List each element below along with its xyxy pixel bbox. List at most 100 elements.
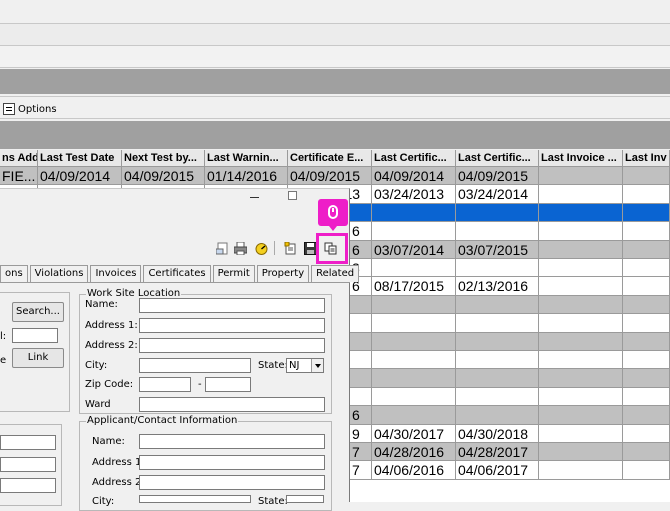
maximize-icon[interactable] bbox=[288, 191, 297, 200]
grid-cell[interactable] bbox=[623, 424, 670, 443]
column-header[interactable]: ns Add... bbox=[0, 150, 38, 167]
ap-address2-input[interactable] bbox=[139, 475, 325, 490]
grid-cell[interactable]: 04/09/2014 bbox=[372, 167, 456, 186]
grid-cell[interactable] bbox=[623, 259, 670, 278]
grid-cell[interactable]: 04/09/2015 bbox=[122, 167, 205, 186]
ws-zip-input[interactable] bbox=[139, 377, 191, 392]
column-header[interactable]: Certificate E... bbox=[288, 150, 372, 167]
grid-cell[interactable] bbox=[539, 443, 623, 462]
grid-cell[interactable] bbox=[539, 167, 623, 186]
tab-violations[interactable]: Violations bbox=[29, 265, 89, 282]
column-header[interactable]: Next Test by... bbox=[122, 150, 205, 167]
ws-state-select[interactable]: NJ bbox=[286, 358, 324, 373]
grid-cell[interactable] bbox=[350, 203, 372, 223]
ws-address1-input[interactable] bbox=[139, 318, 325, 333]
ws-address2-input[interactable] bbox=[139, 338, 325, 353]
grid-cell[interactable]: 04/28/2016 bbox=[372, 443, 456, 462]
grid-cell[interactable] bbox=[623, 461, 670, 480]
grid-cell[interactable] bbox=[623, 351, 670, 370]
grid-cell[interactable] bbox=[539, 222, 623, 241]
grid-cell[interactable] bbox=[372, 203, 456, 223]
ws-city-input[interactable] bbox=[139, 358, 251, 373]
gauge-icon[interactable] bbox=[255, 242, 268, 255]
grid-cell[interactable] bbox=[350, 295, 372, 315]
print-icon[interactable] bbox=[234, 242, 247, 255]
grid-cell[interactable] bbox=[539, 406, 623, 425]
lookup-input[interactable] bbox=[12, 328, 58, 343]
grid-cell[interactable] bbox=[623, 185, 670, 204]
grid-cell[interactable]: 04/09/2015 bbox=[456, 167, 539, 186]
grid-cell[interactable]: 6 bbox=[350, 222, 372, 241]
grid-cell[interactable] bbox=[350, 332, 372, 351]
ws-ward-input[interactable] bbox=[139, 397, 325, 412]
grid-cell[interactable]: 04/09/2015 bbox=[288, 167, 372, 186]
grid-cell[interactable] bbox=[539, 314, 623, 333]
grid-cell[interactable]: FIE... bbox=[0, 167, 38, 186]
grid-cell[interactable] bbox=[539, 387, 623, 407]
column-header[interactable]: Last Inv bbox=[623, 150, 670, 167]
grid-cell[interactable] bbox=[456, 369, 539, 388]
grid-cell[interactable] bbox=[623, 203, 670, 223]
column-header[interactable]: Last Invoice ... bbox=[539, 150, 623, 167]
chevron-down-icon[interactable] bbox=[311, 359, 323, 372]
grid-cell[interactable]: 04/28/2017 bbox=[456, 443, 539, 462]
ap-name-input[interactable] bbox=[139, 434, 325, 449]
grid-cell[interactable]: 03/24/2014 bbox=[456, 185, 539, 204]
grid-cell[interactable] bbox=[539, 185, 623, 204]
left-lower-input-2[interactable] bbox=[0, 457, 56, 472]
grid-cell[interactable] bbox=[456, 314, 539, 333]
grid-cell[interactable]: 03/07/2015 bbox=[456, 240, 539, 259]
grid-cell[interactable]: 08/17/2015 bbox=[372, 277, 456, 296]
grid-cell[interactable] bbox=[539, 277, 623, 296]
grid-cell[interactable] bbox=[456, 203, 539, 223]
grid-cell[interactable] bbox=[623, 314, 670, 333]
grid-cell[interactable]: 04/30/2017 bbox=[372, 424, 456, 443]
grid-cell[interactable] bbox=[372, 406, 456, 425]
grid-cell[interactable] bbox=[623, 222, 670, 241]
grid-cell[interactable]: 01/14/2016 bbox=[205, 167, 288, 186]
grid-cell[interactable] bbox=[539, 240, 623, 259]
column-header[interactable]: Last Certific... bbox=[456, 150, 539, 167]
grid-cell[interactable] bbox=[623, 167, 670, 186]
grid-cell[interactable] bbox=[623, 295, 670, 315]
grid-cell[interactable] bbox=[623, 332, 670, 351]
grid-cell[interactable]: 04/30/2018 bbox=[456, 424, 539, 443]
grid-cell[interactable]: 04/06/2017 bbox=[456, 461, 539, 480]
tab-related[interactable]: Related bbox=[311, 265, 360, 282]
grid-cell[interactable]: 03/24/2013 bbox=[372, 185, 456, 204]
grid-cell[interactable]: 02/13/2016 bbox=[456, 277, 539, 296]
grid-cell[interactable] bbox=[623, 406, 670, 425]
grid-cell[interactable] bbox=[372, 369, 456, 388]
column-header[interactable]: Last Test Date bbox=[38, 150, 122, 167]
grid-cell[interactable] bbox=[372, 314, 456, 333]
grid-cell[interactable] bbox=[456, 406, 539, 425]
grid-cell[interactable]: 6 bbox=[350, 406, 372, 425]
grid-cell[interactable]: 7 bbox=[350, 443, 372, 462]
grid-cell[interactable] bbox=[456, 295, 539, 315]
grid-cell[interactable] bbox=[372, 295, 456, 315]
grid-cell[interactable] bbox=[623, 369, 670, 388]
grid-cell[interactable] bbox=[350, 314, 372, 333]
grid-cell[interactable] bbox=[623, 240, 670, 259]
grid-cell[interactable] bbox=[372, 259, 456, 278]
tab-property[interactable]: Property bbox=[256, 265, 310, 282]
grid-cell[interactable] bbox=[456, 259, 539, 278]
tab-certificates[interactable]: Certificates bbox=[143, 265, 211, 282]
grid-cell[interactable] bbox=[456, 387, 539, 407]
grid-cell[interactable] bbox=[539, 424, 623, 443]
grid-cell[interactable] bbox=[350, 351, 372, 370]
grid-cell[interactable] bbox=[350, 369, 372, 388]
grid-cell[interactable] bbox=[539, 332, 623, 351]
grid-cell[interactable] bbox=[456, 222, 539, 241]
grid-cell[interactable]: 9 bbox=[350, 424, 372, 443]
link-button[interactable]: Link bbox=[12, 348, 64, 368]
grid-cell[interactable]: 7 bbox=[350, 461, 372, 480]
grid-cell[interactable] bbox=[372, 222, 456, 241]
grid-cell[interactable]: 04/09/2014 bbox=[38, 167, 122, 186]
minimize-icon[interactable] bbox=[250, 197, 259, 198]
column-header[interactable]: Last Warnin... bbox=[205, 150, 288, 167]
grid-cell[interactable] bbox=[623, 387, 670, 407]
left-lower-input-1[interactable] bbox=[0, 435, 56, 450]
grid-cell[interactable] bbox=[539, 351, 623, 370]
grid-cell[interactable] bbox=[372, 387, 456, 407]
